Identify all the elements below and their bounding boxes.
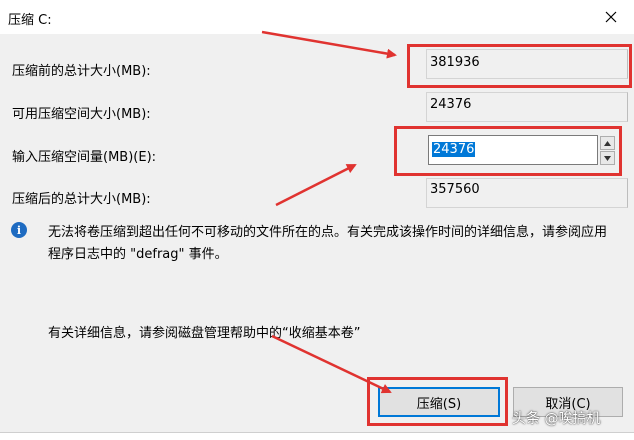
label-total-after: 压缩后的总计大小(MB): bbox=[12, 192, 151, 207]
value-total-after: 357560 bbox=[430, 182, 480, 197]
label-total-before: 压缩前的总计大小(MB): bbox=[12, 64, 151, 79]
arrow-to-shrink-button bbox=[271, 334, 392, 394]
arrow-to-shrink-amount bbox=[275, 163, 357, 207]
title-bar: 压缩 C: bbox=[0, 0, 634, 34]
spin-buttons bbox=[600, 135, 616, 165]
detail-message: 有关详细信息，请参阅磁盘管理帮助中的“收缩基本卷” bbox=[48, 326, 361, 341]
label-available: 可用压缩空间大小(MB): bbox=[12, 107, 151, 122]
spin-down-button[interactable] bbox=[600, 151, 615, 165]
value-total-before: 381936 bbox=[430, 55, 480, 70]
shrink-button[interactable]: 压缩(S) bbox=[378, 387, 500, 417]
close-icon bbox=[605, 11, 617, 23]
shrink-amount-stepper[interactable]: 24376 bbox=[428, 135, 616, 167]
shrink-amount-input[interactable]: 24376 bbox=[428, 135, 598, 165]
close-button[interactable] bbox=[594, 0, 628, 34]
arrow-to-total-before bbox=[261, 30, 397, 59]
info-icon: i bbox=[11, 222, 27, 238]
shrink-amount-value: 24376 bbox=[432, 142, 476, 157]
spin-up-button[interactable] bbox=[600, 136, 615, 150]
label-shrink-amount: 输入压缩空间量(MB)(E): bbox=[12, 150, 157, 165]
chevron-down-icon bbox=[604, 155, 611, 161]
info-message: 无法将卷压缩到超出任何不可移动的文件所在的点。有关完成该操作时间的详细信息，请参… bbox=[48, 225, 608, 262]
chevron-up-icon bbox=[604, 140, 611, 146]
watermark: 头条 @唉搞机 bbox=[512, 411, 601, 427]
value-available: 24376 bbox=[430, 97, 472, 112]
window-title: 压缩 C: bbox=[8, 13, 52, 28]
